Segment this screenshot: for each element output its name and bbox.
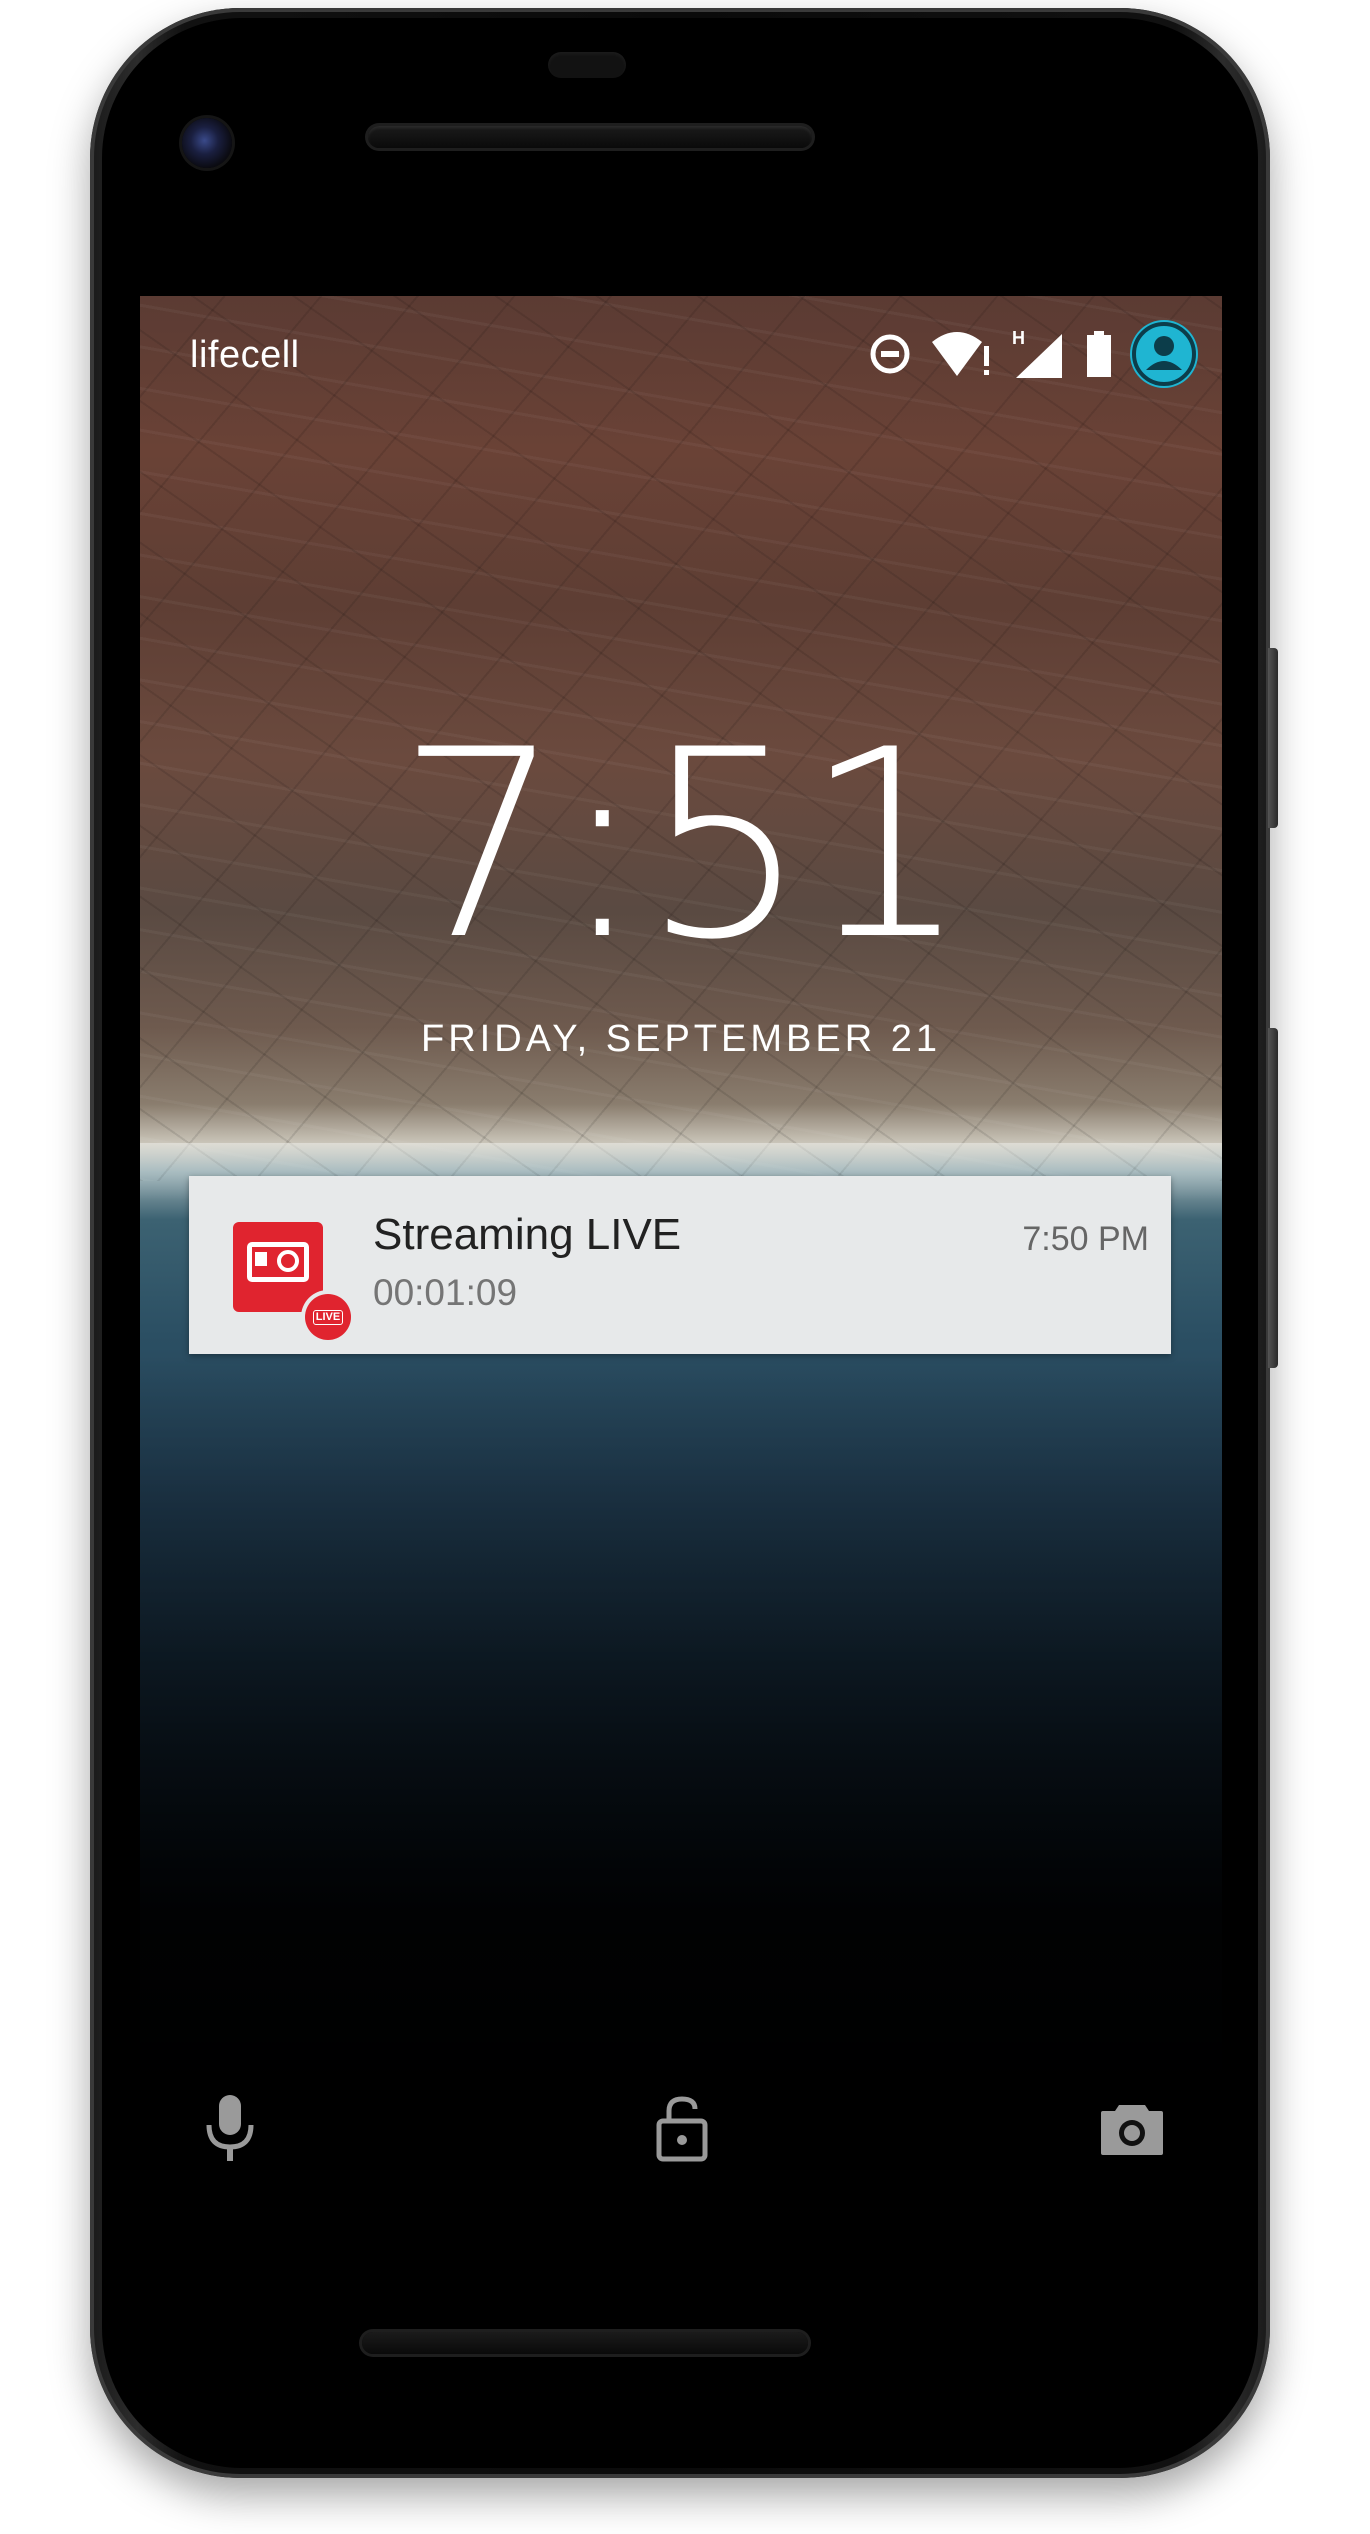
camera-icon[interactable]: [1092, 2088, 1172, 2168]
earpiece-speaker: [368, 126, 812, 148]
status-icons: H: [868, 320, 1198, 388]
lock-date: FRIDAY, SEPTEMBER 21: [421, 1018, 941, 1060]
notification-title: Streaming LIVE: [373, 1210, 682, 1259]
proximity-sensor: [548, 52, 626, 78]
lock-clock: 7:51: [397, 695, 969, 997]
camera-lens-shape: [277, 1250, 299, 1272]
user-avatar-icon[interactable]: [1130, 320, 1198, 388]
live-stream-camera-icon: [233, 1222, 323, 1312]
front-camera: [182, 118, 232, 168]
battery-icon: [1086, 331, 1112, 377]
carrier-label: lifecell: [190, 334, 300, 376]
wifi-alert-icon: [930, 330, 992, 378]
bottom-speaker: [362, 2332, 808, 2354]
power-button: [1268, 648, 1278, 828]
live-badge-label: LIVE: [312, 1309, 344, 1325]
notification-subtitle: 00:01:09: [373, 1272, 518, 1313]
camera-viewfinder-shape: [255, 1252, 267, 1266]
status-bar: lifecell H: [140, 296, 1222, 414]
unlock-icon[interactable]: [642, 2088, 722, 2168]
volume-rocker: [1268, 1028, 1278, 1368]
svg-text:H: H: [1012, 328, 1025, 348]
lock-screen: lifecell H 7:51 FRIDAY, SEPTEMBER 21 LIV…: [140, 296, 1222, 2220]
notification-time: 7:50 PM: [1022, 1220, 1149, 1258]
signal-h-icon: H: [1010, 328, 1068, 380]
live-badge-icon: LIVE: [305, 1294, 351, 1340]
notification-card[interactable]: LIVE Streaming LIVE 00:01:09 7:50 PM: [189, 1176, 1171, 1354]
do-not-disturb-icon: [868, 332, 912, 376]
microphone-icon[interactable]: [190, 2088, 270, 2168]
